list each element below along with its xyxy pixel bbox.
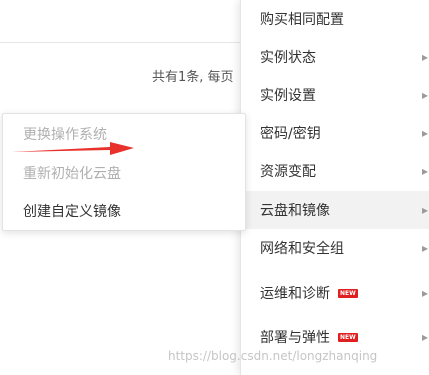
submenu-item-create-custom-image[interactable]: 创建自定义镜像	[23, 201, 121, 221]
menu-item-instance-settings[interactable]: 实例设置 ▸	[241, 76, 429, 114]
menu-item-label: 资源变配	[260, 164, 316, 180]
menu-item-label: 网络和安全组	[260, 241, 344, 257]
menu-item-label: 实例状态	[260, 50, 316, 66]
context-menu: 购买相同配置 实例状态 ▸ 实例设置 ▸ 密码/密钥 ▸ 资源变配 ▸ 云盘和镜…	[240, 0, 429, 375]
menu-item-label: 密码/密钥	[260, 126, 321, 142]
menu-item-buy-same-config[interactable]: 购买相同配置	[241, 0, 429, 38]
chevron-right-icon: ▸	[421, 50, 428, 64]
menu-item-label: 购买相同配置	[260, 12, 344, 28]
menu-item-instance-status[interactable]: 实例状态 ▸	[241, 38, 429, 76]
new-badge: NEW	[338, 288, 358, 298]
menu-item-label: 部署与弹性	[260, 330, 330, 346]
pagination-text: 共有1条, 每页	[152, 70, 234, 85]
menu-item-resource-change[interactable]: 资源变配 ▸	[241, 152, 429, 190]
menu-item-label: 云盘和镜像	[260, 203, 330, 219]
chevron-right-icon: ▸	[421, 88, 428, 102]
menu-item-password-key[interactable]: 密码/密钥 ▸	[241, 114, 429, 152]
submenu-disk-and-image: 更换操作系统 重新初始化云盘 创建自定义镜像	[2, 113, 246, 231]
menu-item-disk-and-image[interactable]: 云盘和镜像 ▸	[241, 191, 429, 229]
chevron-right-icon: ▸	[421, 330, 428, 344]
chevron-right-icon: ▸	[421, 203, 428, 217]
chevron-right-icon: ▸	[421, 286, 428, 300]
divider	[0, 42, 250, 43]
menu-item-label: 实例设置	[260, 88, 316, 104]
chevron-right-icon: ▸	[421, 164, 428, 178]
menu-item-network-security-group[interactable]: 网络和安全组 ▸	[241, 229, 429, 267]
watermark: https://blog.csdn.net/longzhanqing	[168, 349, 378, 363]
menu-item-ops-diagnosis[interactable]: 运维和诊断 NEW ▸	[241, 274, 429, 312]
submenu-item-reinit-disk[interactable]: 重新初始化云盘	[23, 163, 121, 183]
chevron-right-icon: ▸	[421, 126, 428, 140]
new-badge: NEW	[338, 332, 358, 342]
red-arrow-icon	[12, 142, 134, 155]
menu-item-label: 运维和诊断	[260, 286, 330, 302]
chevron-right-icon: ▸	[421, 241, 428, 255]
